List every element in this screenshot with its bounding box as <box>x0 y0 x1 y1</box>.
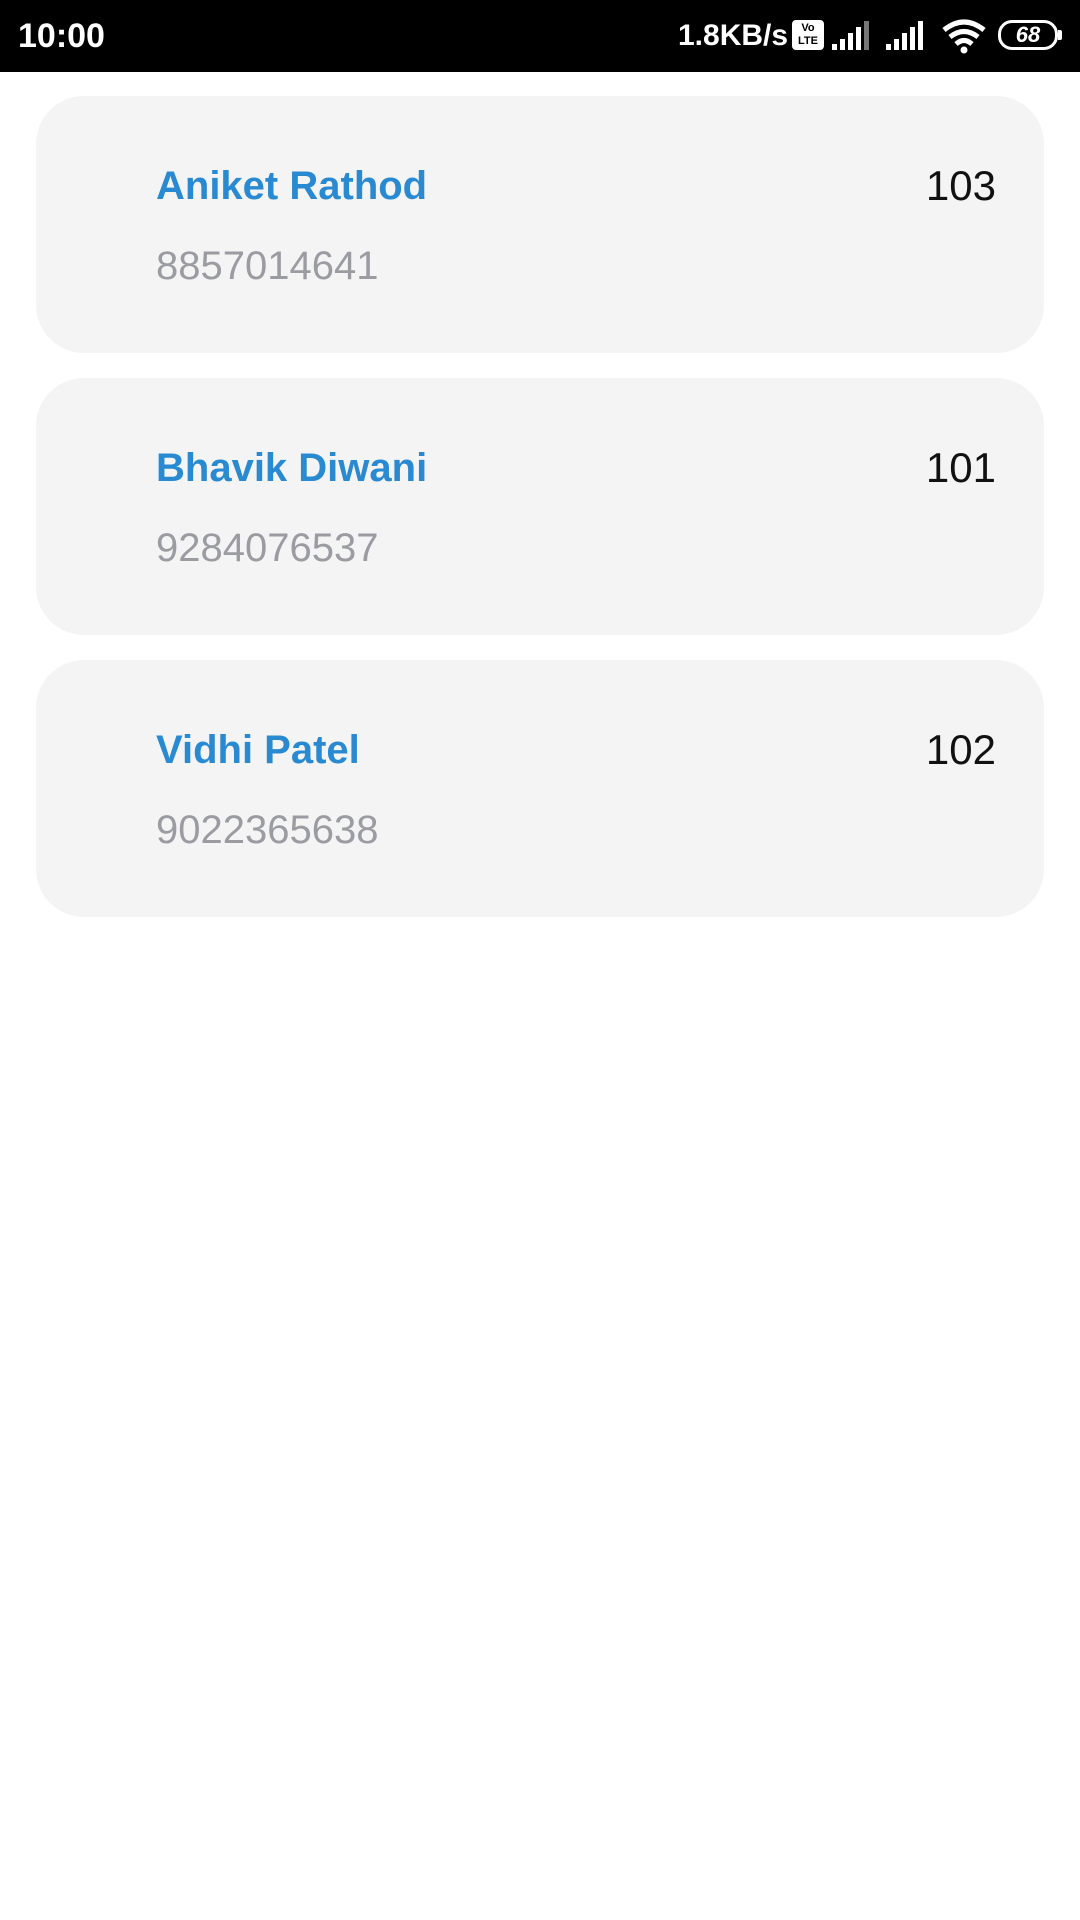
contact-name: Vidhi Patel <box>156 728 360 772</box>
contact-name: Aniket Rathod <box>156 164 428 208</box>
contact-phone: 9284076537 <box>156 526 379 570</box>
contact-phone: 9022365638 <box>156 808 379 852</box>
contact-card[interactable]: Bhavik Diwani 9284076537 101 <box>36 378 1044 635</box>
volte-icon: Vo LTE <box>792 20 824 50</box>
contact-phone: 8857014641 <box>156 244 379 288</box>
battery-level: 68 <box>1015 22 1041 47</box>
contact-name: Bhavik Diwani <box>156 446 428 490</box>
wifi-icon <box>940 18 988 59</box>
contact-number: 101 <box>925 444 996 491</box>
contact-list: Aniket Rathod 8857014641 103 Bhavik Diwa… <box>36 96 1044 942</box>
contact-card[interactable]: Vidhi Patel 9022365638 102 <box>36 660 1044 917</box>
status-bar: 10:00 1.8KB/s Vo LTE 68 <box>0 0 1080 72</box>
network-speed: 1.8KB/s <box>678 19 789 52</box>
contact-card[interactable]: Aniket Rathod 8857014641 103 <box>36 96 1044 353</box>
contact-number: 103 <box>925 162 996 209</box>
battery-icon: 68 <box>998 20 1062 50</box>
signal-icon <box>830 18 874 57</box>
signal-icon <box>884 18 928 57</box>
contact-number: 102 <box>925 726 996 773</box>
volte-label: Vo LTE <box>798 22 818 47</box>
status-time: 10:00 <box>18 17 105 55</box>
